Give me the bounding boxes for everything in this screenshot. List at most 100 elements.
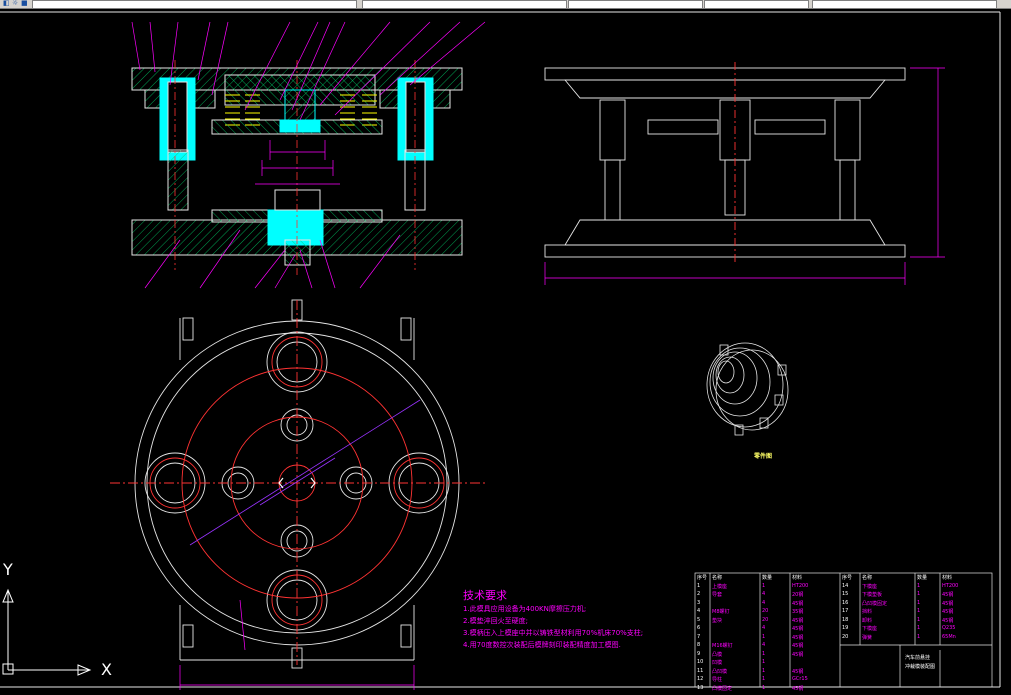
bom-left-cell: 45钢 (792, 634, 804, 641)
drawing-border (0, 11, 1001, 688)
bom-right-cell: 凸凹模固定 (862, 600, 888, 607)
bom-left-cell: 3 (697, 599, 701, 606)
bom-right-cell: HT200 (942, 582, 959, 589)
bom-left-cell: 2 (697, 591, 701, 597)
bom-left-cell: 凹模 (712, 660, 723, 666)
tech-requirements-title: 技术要求 (463, 589, 507, 602)
bom-left-cell: 45钢 (792, 643, 804, 649)
bom-header-cell: 序号 (697, 575, 708, 581)
bom-left-cell: 1 (762, 659, 766, 665)
bom-left-cell: 导套 (712, 592, 723, 598)
bom-left-cell: 7 (697, 633, 701, 640)
bom-right-cell: 14 (842, 582, 849, 589)
bom-left-cell: 20钢 (792, 592, 804, 598)
bom-left-cell: 上模座 (712, 583, 728, 590)
bom-left-cell: 导柱 (712, 677, 723, 683)
bom-left-cell: 1 (762, 582, 766, 589)
bom-right-cell: 19 (842, 625, 849, 631)
layer-icon[interactable]: ◧ (3, 0, 11, 7)
bom-left-cell: 1 (697, 582, 701, 589)
front-elevation-view (544, 62, 945, 285)
bom-left-cell: 凸模固定 (712, 685, 733, 692)
bom-left-cell: 20 (762, 608, 769, 614)
bom-left-cell: 6 (697, 625, 701, 631)
bom-left-cell: 凸模 (712, 651, 723, 658)
tech-requirement-4: 4.用70度数控次装配后模牌刻印装配精度加工模图. (463, 641, 621, 649)
bom-left-cell: GCr15 (792, 676, 808, 682)
bom-left-cell: 35钢 (792, 609, 804, 615)
bom-left-cell: 45钢 (792, 626, 804, 632)
cad-window: ◧ ☼ ■ 技术要求 1.此模具应用设备为400KN摩擦压力机; 2.模垫淬回火… (0, 0, 1011, 695)
bom-left-cell: 4 (762, 625, 766, 631)
bom-right-cell: 1 (917, 625, 921, 631)
bom-right-cell: 下模座 (862, 626, 878, 632)
bom-left-cell: 9 (697, 650, 701, 657)
iso-caption: 零件图 (754, 453, 773, 460)
bom-left-cell: 4 (697, 608, 701, 614)
tech-requirement-2: 2.模垫淬回火至硬度; (463, 617, 529, 625)
bom-right-cell: 1 (917, 633, 921, 640)
bom-left-cell: 8 (697, 642, 701, 648)
bom-right-cell: 1 (917, 599, 921, 606)
bom-left-cell: 45钢 (792, 651, 804, 658)
bom-left-cell: 1 (762, 633, 766, 640)
bom-right-cell: 16 (842, 599, 849, 606)
bom-right-cell: 18 (842, 616, 849, 623)
bom-header-cell: 数量 (762, 575, 773, 581)
bom-right-cell: 20 (842, 633, 849, 640)
bom-header-cell: 材料 (942, 575, 953, 581)
bom-left-cell: 13 (697, 684, 704, 691)
bom-right-cell: 45钢 (942, 600, 954, 607)
bom-header-cell: 序号 (842, 575, 853, 581)
bom-left-cell: 4 (762, 642, 766, 648)
bom-left-cell: 1 (762, 676, 766, 682)
bom-right-cell: 卸料 (862, 617, 873, 624)
bom-left-cell: M8螺钉 (712, 609, 730, 615)
bom-left-cell: 垫块 (712, 617, 723, 624)
bom-left-cell: 1 (762, 684, 766, 691)
bom-right-cell: 65Mn (942, 633, 956, 640)
bom-left-cell: 5 (697, 616, 701, 623)
section-view (131, 21, 486, 289)
ucs-icon (2, 588, 92, 676)
bom-right-cell: 45钢 (942, 592, 954, 598)
bom-left-cell: 1 (762, 667, 766, 674)
bom-left-cell: 20 (762, 616, 769, 623)
bom-left-cell: 45钢 (792, 668, 804, 675)
bom-header-cell: 数量 (917, 575, 928, 581)
bom-right-cell: 45钢 (942, 617, 954, 624)
bom-right-cell: 下模座 (862, 583, 878, 590)
bom-right-cell: 17 (842, 608, 849, 614)
bom-right-cell: 1 (917, 582, 921, 589)
tech-requirement-3: 3.模柄压入上模座中并以铸铁型材利用70%机床70%支柱; (463, 629, 644, 637)
bom-left-cell: 12 (697, 676, 704, 682)
title-block-text: 汽车前悬挂 (905, 655, 931, 661)
bom-left-cell: M16螺钉 (712, 643, 733, 649)
title-block-text: 冲裁模装配图 (905, 664, 936, 670)
bom-left-cell: 45钢 (792, 617, 804, 624)
bom-left-cell: 1 (762, 650, 766, 657)
isometric-part-view (706, 342, 789, 436)
bom-right-cell: Q235 (942, 625, 956, 631)
bom-right-cell: 弹簧 (862, 634, 873, 641)
bom-right-cell: 1 (917, 591, 921, 597)
bom-left-cell: 4 (762, 591, 766, 597)
plan-view (110, 299, 485, 690)
bom-header-cell: 材料 (792, 575, 803, 581)
bom-left-cell: HT200 (792, 582, 809, 589)
bom-left-cell: 4 (762, 599, 766, 606)
bom-right-cell: 挡料 (862, 609, 873, 615)
bom-right-cell: 1 (917, 608, 921, 614)
bom-left-cell: 凸凹模 (712, 668, 728, 675)
sun-icon[interactable]: ☼ (12, 0, 20, 7)
tech-requirement-1: 1.此模具应用设备为400KN摩擦压力机; (463, 605, 587, 613)
lock-icon[interactable]: ■ (21, 0, 29, 7)
bom-left-cell: 45钢 (792, 600, 804, 607)
bom-left-cell: 11 (697, 667, 704, 674)
bom-right-cell: 45钢 (942, 609, 954, 615)
bom-right-cell: 15 (842, 591, 849, 597)
bom-left-cell: 45钢 (792, 685, 804, 692)
bom-left-cell: 10 (697, 659, 704, 665)
bom-header-cell: 名称 (712, 575, 723, 581)
bom-right-cell: 下模垫板 (862, 592, 883, 598)
